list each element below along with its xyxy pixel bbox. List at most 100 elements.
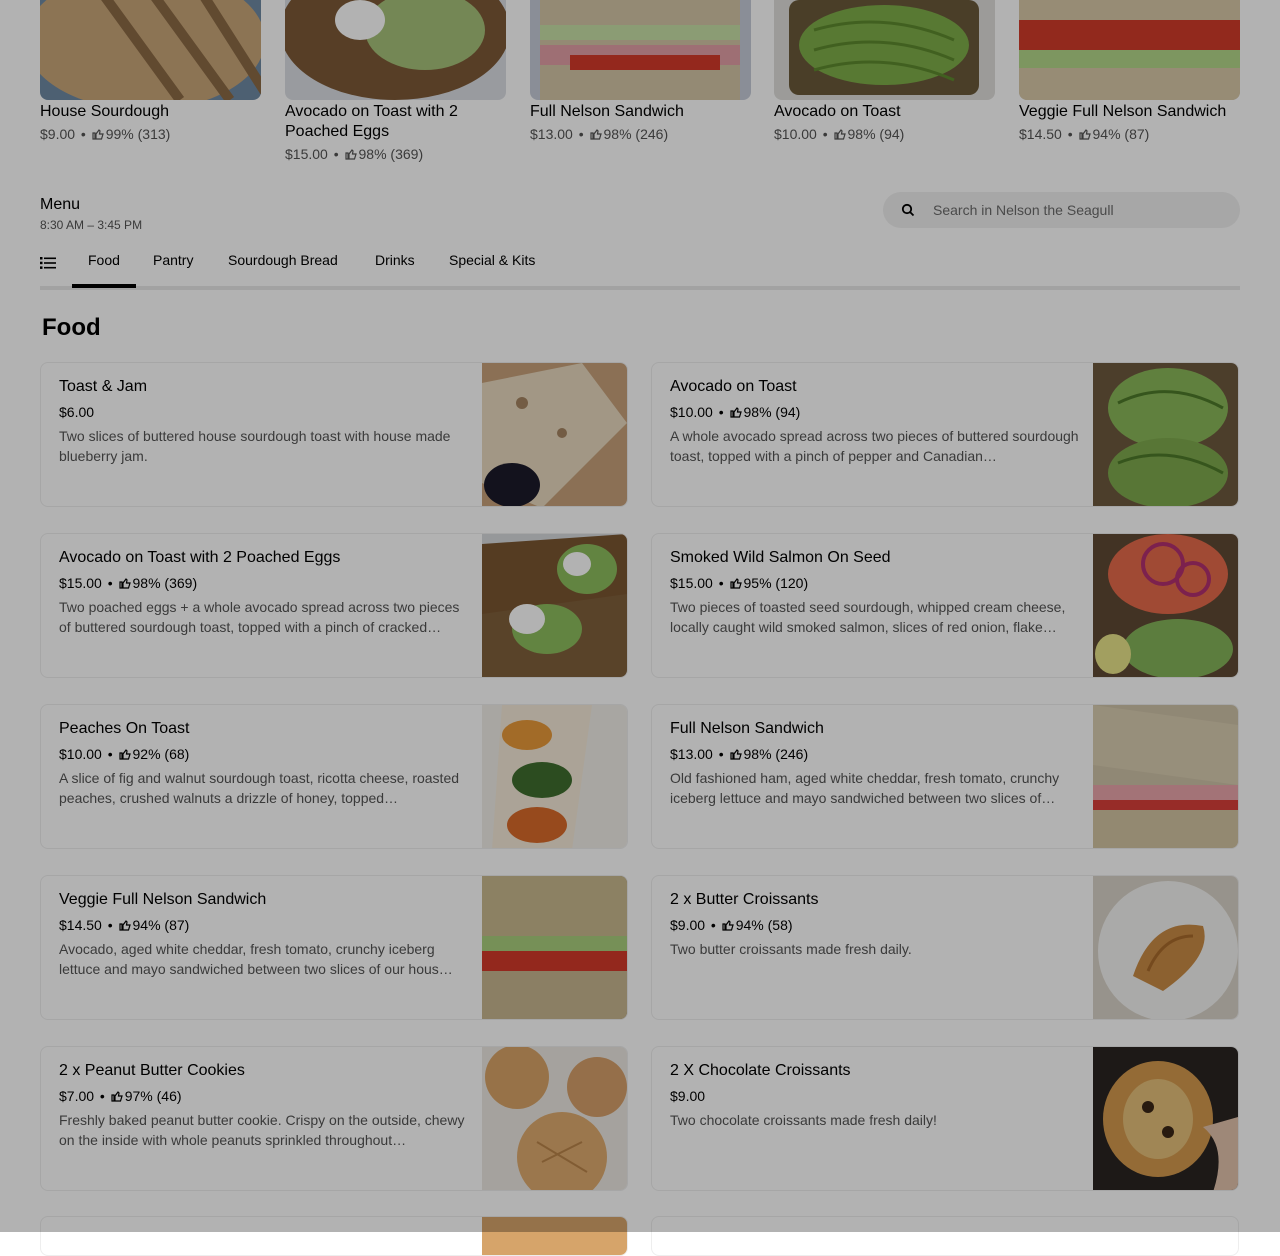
item-description: Avocado, aged white cheddar, fresh tomat… <box>59 941 453 977</box>
item-name: 2 X Chocolate Croissants <box>670 1062 851 1079</box>
rating: 97% (46) <box>124 1088 182 1104</box>
rating: 92% (68) <box>132 746 190 762</box>
menu-item-card[interactable] <box>40 1216 628 1256</box>
featured-item[interactable]: Avocado on Toast $10.00 • 98% (94) <box>774 0 995 144</box>
item-meta: $14.50 • 94% (87) <box>59 917 190 933</box>
featured-item-meta: $14.50 • 94% (87) <box>1019 126 1150 142</box>
tab-pantry[interactable]: Pantry <box>153 252 193 268</box>
thumbs-up-icon <box>118 578 131 589</box>
rating: 94% (87) <box>1092 126 1150 142</box>
rating: 98% (246) <box>743 746 809 762</box>
price: $15.00 <box>285 146 328 162</box>
item-meta: $6.00 <box>59 402 469 422</box>
rating: 98% (94) <box>847 126 905 142</box>
featured-item[interactable]: Full Nelson Sandwich $13.00 • 98% (246) <box>530 0 751 144</box>
tab-food[interactable]: Food <box>72 252 136 288</box>
menu-item-card[interactable]: Avocado on Toast with 2 Poached Eggs $15… <box>40 533 628 678</box>
food-image <box>482 534 627 677</box>
featured-item-name: House Sourdough <box>40 103 169 120</box>
item-meta: $7.00 • 97% (46) <box>59 1088 182 1104</box>
price: $13.00 <box>530 126 573 142</box>
item-meta: $9.00 • 94% (58) <box>670 917 793 933</box>
featured-item[interactable]: Avocado on Toast with 2 Poached Eggs $15… <box>285 0 506 164</box>
item-description: Old fashioned ham, aged white cheddar, f… <box>670 770 1060 806</box>
menu-item-card[interactable]: Veggie Full Nelson Sandwich $14.50 • 94%… <box>40 875 628 1020</box>
store-page: House Sourdough $9.00 • 99% (313) Avocad… <box>0 0 1280 1256</box>
food-image <box>285 0 506 100</box>
menu-item-card[interactable]: 2 x Peanut Butter Cookies $7.00 • 97% (4… <box>40 1046 628 1191</box>
food-image <box>1093 876 1238 1019</box>
menu-item-card[interactable]: Peaches On Toast $10.00 • 92% (68) A sli… <box>40 704 628 849</box>
featured-item[interactable]: House Sourdough $9.00 • 99% (313) <box>40 0 261 144</box>
menu-title: Menu <box>40 196 81 213</box>
thumbs-up-icon <box>118 920 131 931</box>
thumbs-up-icon <box>589 129 602 140</box>
featured-item-meta: $15.00 • 98% (369) <box>285 146 424 162</box>
item-description: A whole avocado spread across two pieces… <box>670 428 1079 464</box>
item-description: Two slices of buttered house sourdough t… <box>59 428 451 464</box>
thumbs-up-icon <box>344 149 357 160</box>
price: $9.00 <box>670 917 706 933</box>
tab-track <box>40 286 1240 290</box>
thumbs-up-icon <box>1078 129 1091 140</box>
price: $9.00 <box>670 1088 706 1104</box>
food-image <box>1093 705 1238 848</box>
price: $7.00 <box>59 1088 95 1104</box>
food-image <box>1093 534 1238 677</box>
item-description: Two pieces of toasted seed sourdough, wh… <box>670 599 1066 635</box>
item-name: Peaches On Toast <box>59 720 190 737</box>
item-name: Smoked Wild Salmon On Seed <box>670 549 891 566</box>
item-name: Avocado on Toast <box>670 378 797 395</box>
thumbs-up-icon <box>722 920 734 931</box>
list-icon[interactable] <box>40 256 56 270</box>
menu-item-card[interactable]: Avocado on Toast $10.00 • 98% (94) A who… <box>651 362 1239 507</box>
rating: 95% (120) <box>743 575 809 591</box>
featured-item-name: Veggie Full Nelson Sandwich <box>1019 103 1227 120</box>
rating: 94% (58) <box>735 917 793 933</box>
rating: 98% (94) <box>743 404 801 420</box>
tab-drinks[interactable]: Drinks <box>375 252 415 268</box>
menu-item-card[interactable]: Smoked Wild Salmon On Seed $15.00 • 95% … <box>651 533 1239 678</box>
search-input[interactable] <box>931 201 1235 219</box>
thumbs-up-icon <box>833 129 846 140</box>
food-image <box>530 0 751 100</box>
item-meta: $9.00 <box>670 1086 1080 1106</box>
item-name: Veggie Full Nelson Sandwich <box>59 891 267 908</box>
featured-item[interactable]: Veggie Full Nelson Sandwich $14.50 • 94%… <box>1019 0 1240 144</box>
rating: 99% (313) <box>105 126 171 142</box>
tab-sourdough-bread[interactable]: Sourdough Bread <box>228 252 338 268</box>
menu-item-card[interactable]: Toast & Jam $6.00 Two slices of buttered… <box>40 362 628 507</box>
food-image <box>482 705 627 848</box>
price: $10.00 <box>670 404 713 420</box>
menu-item-card[interactable]: 2 X Chocolate Croissants $9.00 Two choco… <box>651 1046 1239 1191</box>
section-title: Food <box>42 314 101 341</box>
menu-search[interactable] <box>883 192 1240 228</box>
item-meta: $10.00 • 98% (94) <box>670 404 801 420</box>
thumbs-up-icon <box>92 129 104 140</box>
price: $10.00 <box>774 126 817 142</box>
item-description: Two butter croissants made fresh daily. <box>670 941 912 957</box>
item-name: Toast & Jam <box>59 378 148 395</box>
item-description: Two poached eggs + a whole avocado sprea… <box>59 599 460 635</box>
menu-item-card[interactable] <box>651 1216 1239 1256</box>
item-meta: $15.00 • 95% (120) <box>670 575 809 591</box>
menu-item-card[interactable]: 2 x Butter Croissants $9.00 • 94% (58) T… <box>651 875 1239 1020</box>
featured-item-name: Avocado on Toast <box>774 103 901 120</box>
food-image <box>482 1217 627 1255</box>
tab-special-kits[interactable]: Special & Kits <box>449 252 535 268</box>
price: $6.00 <box>59 404 95 420</box>
price: $15.00 <box>670 575 713 591</box>
menu-item-card[interactable]: Full Nelson Sandwich $13.00 • 98% (246) … <box>651 704 1239 849</box>
food-image <box>482 363 627 506</box>
food-image <box>1093 363 1238 506</box>
thumbs-up-icon <box>729 578 742 589</box>
thumbs-up-icon <box>729 407 742 418</box>
thumbs-up-icon <box>729 749 742 760</box>
item-name: 2 x Butter Croissants <box>670 891 819 908</box>
food-image <box>482 876 627 1019</box>
item-name: Full Nelson Sandwich <box>670 720 824 737</box>
thumbs-up-icon <box>111 1091 123 1102</box>
rating: 94% (87) <box>132 917 190 933</box>
item-description: Two chocolate croissants made fresh dail… <box>670 1112 937 1128</box>
item-meta: $13.00 • 98% (246) <box>670 746 809 762</box>
